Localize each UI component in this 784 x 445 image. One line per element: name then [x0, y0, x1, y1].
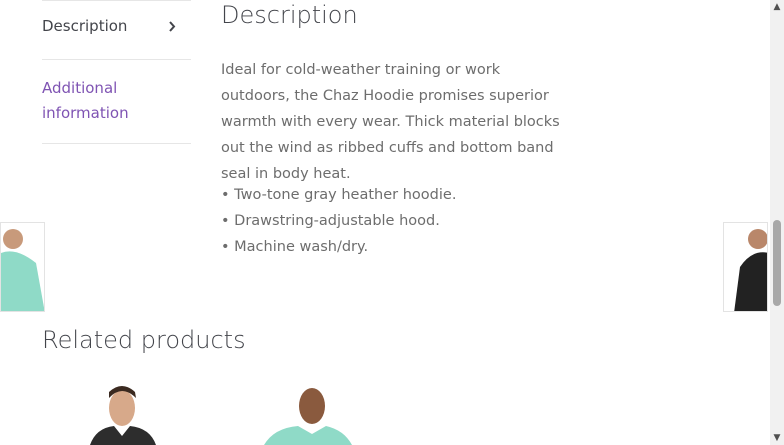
tab-description[interactable]: Description: [42, 14, 191, 60]
feature-item: • Drawstring-adjustable hood.: [221, 213, 440, 229]
tabs-top-divider: [42, 0, 191, 1]
feature-item: • Machine wash/dry.: [221, 239, 369, 255]
product-image: [724, 223, 767, 311]
panel-description: Ideal for cold-weather training or work …: [221, 62, 560, 182]
product-image: [70, 380, 180, 445]
tab-additional-information-label: Additional information: [42, 79, 129, 122]
related-product-card[interactable]: [250, 380, 360, 445]
next-product-thumbnail[interactable]: [723, 222, 768, 312]
vertical-scrollbar[interactable]: ▲ ▼: [770, 0, 784, 445]
feature-list: • Two-tone gray heather hoodie. • Drawst…: [221, 182, 456, 260]
panel-title: Description: [221, 1, 358, 29]
product-image: [250, 380, 360, 445]
related-product-card[interactable]: [70, 380, 180, 445]
scroll-up-arrow-icon[interactable]: ▲: [770, 0, 784, 14]
scroll-down-arrow-icon[interactable]: ▼: [770, 431, 784, 445]
tab-description-label: Description: [42, 17, 128, 35]
tab-additional-information[interactable]: Additional information: [42, 76, 191, 144]
previous-product-thumbnail[interactable]: [0, 222, 45, 312]
feature-item: • Two-tone gray heather hoodie.: [221, 187, 457, 203]
related-products-title: Related products: [42, 326, 246, 354]
chevron-right-icon: [167, 14, 177, 47]
scroll-thumb[interactable]: [773, 220, 781, 306]
product-image: [1, 223, 44, 311]
